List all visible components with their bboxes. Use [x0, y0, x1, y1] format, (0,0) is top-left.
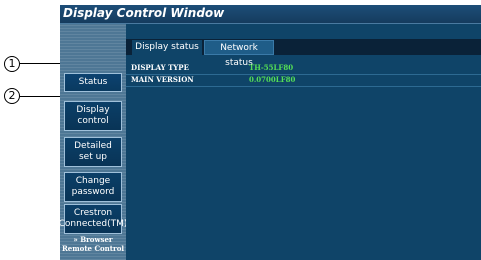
nav-detailed-set-up-button[interactable]: Detailed set up — [64, 137, 122, 167]
callout-2: 2 — [4, 88, 20, 104]
tab-network-status[interactable]: Network status — [204, 40, 274, 68]
row-divider — [126, 86, 481, 87]
tab-display-status[interactable]: Display status — [132, 40, 202, 55]
nav-change-password-button[interactable]: Change password — [64, 172, 122, 202]
display-control-window: Display Control Window Status Display co… — [59, 5, 481, 260]
display-type-label: DISPLAY TYPE — [131, 63, 189, 72]
callout-1: 1 — [4, 56, 20, 72]
nav-status-button[interactable]: Status — [64, 73, 122, 92]
main-version-label: MAIN VERSION — [131, 75, 194, 84]
nav-display-control-button[interactable]: Display control — [64, 101, 122, 131]
tab-bar: Display status Network status — [126, 39, 481, 68]
nav-crestron-connected-button[interactable]: Crestron Connected(TM) — [59, 204, 127, 234]
browser-remote-control-link[interactable]: » Browser Remote Control — [60, 235, 126, 253]
title-bar: Display Control Window — [60, 5, 481, 24]
main-version-row: MAIN VERSION 0.0700LF80 — [131, 75, 481, 85]
main-panel: Display status Network status DISPLAY TY… — [126, 24, 481, 260]
display-type-row: DISPLAY TYPE TH-55LF80 — [131, 63, 481, 73]
display-type-value: TH-55LF80 — [249, 63, 294, 72]
window-title: Display Control Window — [63, 6, 225, 20]
main-version-value: 0.0700LF80 — [249, 75, 296, 84]
sidebar: Status Display control Detailed set up C… — [59, 24, 127, 260]
